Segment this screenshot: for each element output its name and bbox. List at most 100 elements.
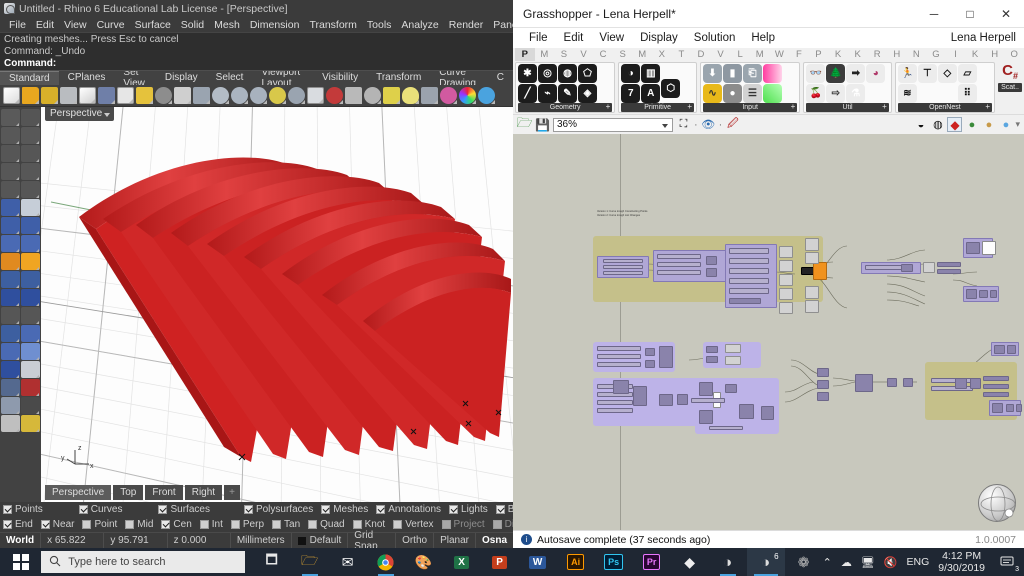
checkbox-icon[interactable] (125, 520, 134, 529)
checkbox-icon[interactable] (353, 520, 362, 529)
open-file-icon[interactable] (22, 87, 39, 104)
gh-component[interactable] (817, 380, 829, 389)
ortho-toggle[interactable]: Ortho (396, 533, 434, 549)
gh-component[interactable] (903, 378, 913, 387)
sphere-icon[interactable] (21, 217, 40, 234)
gh-component[interactable] (923, 262, 935, 273)
gh-param[interactable] (597, 408, 633, 413)
text-icon[interactable]: A (641, 84, 660, 103)
taskbar-clock[interactable]: 4:12 PM 9/30/2019 (938, 550, 985, 574)
system-tray[interactable]: ⌃ ☁ 🖥 🔇 ENG 4:12 PM 9/30/2019 3 (823, 548, 1024, 576)
line-icon[interactable]: ╱ (518, 84, 537, 103)
canvas-navigation-ball[interactable] (978, 484, 1016, 522)
filter-annotations[interactable]: Annotations (376, 504, 446, 515)
grid-snap-toggle[interactable]: Grid Snap (348, 533, 396, 549)
sphere-icon[interactable]: ◕ (866, 64, 885, 83)
gh-component[interactable] (1006, 404, 1014, 412)
gh-panel[interactable] (982, 241, 996, 255)
tan-sphere-icon[interactable]: ● (981, 117, 996, 132)
join-icon[interactable] (21, 253, 40, 270)
tray-chevron-icon[interactable]: ⌃ (823, 556, 832, 569)
gh-component[interactable] (706, 268, 717, 277)
category-tab-14[interactable]: F (789, 48, 809, 61)
gh-component[interactable] (966, 289, 977, 299)
boolean-union-icon[interactable] (1, 289, 20, 306)
gh-component[interactable] (725, 344, 741, 353)
check-icon[interactable] (21, 397, 40, 414)
zoom-level-select[interactable]: 36% (553, 118, 673, 132)
gh-component[interactable] (992, 403, 1003, 413)
rhino-left-toolbar[interactable] (0, 107, 41, 502)
gh-param[interactable] (597, 400, 633, 405)
osnap-quad[interactable]: Quad (308, 519, 349, 530)
toolbar-tab-set-view[interactable]: Set View (114, 70, 155, 85)
viewport-tab-perspective[interactable]: Perspective (45, 485, 111, 500)
gh-component[interactable] (699, 410, 713, 424)
filter-blocks[interactable]: Blocks (496, 504, 513, 515)
gh-component[interactable] (725, 356, 741, 365)
osnap-end[interactable]: End (3, 519, 38, 530)
gh-param[interactable] (983, 376, 1009, 381)
zoom-selected-icon[interactable] (250, 87, 267, 104)
text-tool-icon[interactable] (1, 325, 20, 342)
gh-menu-view[interactable]: View (591, 32, 632, 44)
gh-component[interactable] (901, 264, 913, 272)
zoom-window-icon[interactable] (212, 87, 229, 104)
network-icon[interactable]: 🖥 (861, 556, 875, 569)
polyline-icon[interactable] (1, 127, 20, 144)
onedrive-icon[interactable]: ☁ (841, 556, 852, 569)
gh-component[interactable] (994, 345, 1005, 354)
gh-param[interactable] (937, 269, 961, 274)
rhino6-icon[interactable]: ◑6 (747, 548, 785, 576)
curve-offset-icon[interactable] (21, 307, 40, 324)
toolbar-tab-visibility[interactable]: Visibility (313, 71, 367, 85)
box-icon[interactable]: ⬡ (661, 79, 680, 98)
checkbox-icon[interactable] (41, 520, 50, 529)
surface-sweep-icon[interactable] (21, 199, 40, 216)
gh-param[interactable] (603, 259, 643, 263)
planar-toggle[interactable]: Planar (434, 533, 476, 549)
ribbon-scatter-item[interactable]: C# Scat.. (998, 62, 1022, 92)
flask-icon[interactable]: ⚗ (846, 84, 865, 103)
gh-menu-solution[interactable]: Solution (686, 32, 744, 44)
open-folder-icon[interactable]: 🗁 (517, 117, 532, 132)
integer-icon[interactable]: ▥ (641, 64, 660, 83)
mirror-icon[interactable] (21, 343, 40, 360)
powerpoint-icon[interactable]: P (481, 548, 519, 576)
canvas-toolbar[interactable]: 🗁 💾 36% ⛶ · 👁 · 🖉 ◒ ◍ ◆ ● ● ● ▾ (513, 114, 1024, 134)
windows-taskbar[interactable]: Type here to search 🗖 🗁 ✉ 🎨 X P W Ai Ps … (0, 548, 1024, 576)
panel-expand-icon[interactable]: + (882, 102, 887, 111)
gh-component[interactable] (817, 392, 829, 401)
gh-component[interactable] (645, 348, 655, 356)
gh-component-orange[interactable] (813, 262, 827, 280)
zoom-dynamic-icon[interactable] (269, 87, 286, 104)
osnap-point[interactable]: Point (82, 519, 122, 530)
wave-icon[interactable]: ≋ (898, 84, 917, 103)
undo-icon[interactable] (155, 87, 172, 104)
category-tab-1[interactable]: M (535, 48, 555, 61)
gh-component[interactable] (779, 302, 793, 314)
category-tab-3[interactable]: V (574, 48, 594, 61)
grasshopper-canvas[interactable]: Version 1: Curve trough Constructing Poi… (513, 134, 1024, 530)
new-file-icon[interactable] (3, 87, 20, 104)
gh-param[interactable] (937, 262, 961, 267)
search-input[interactable]: Type here to search (41, 551, 244, 573)
viewport-tab-bar[interactable]: Perspective Top Front Right + (45, 485, 240, 500)
category-tab-8[interactable]: T (672, 48, 692, 61)
preview-red-icon[interactable]: ◆ (947, 117, 962, 132)
category-tab-15[interactable]: P (809, 48, 829, 61)
graph-icon[interactable]: ∿ (703, 84, 722, 103)
category-tab-5[interactable]: S (613, 48, 633, 61)
circle-center-icon[interactable] (1, 181, 20, 198)
grasshopper-menu-bar[interactable]: File Edit View Display Solution Help Len… (513, 28, 1024, 48)
tshape-icon[interactable]: ⊤ (918, 64, 937, 83)
chrome-icon[interactable] (367, 548, 405, 576)
grasshopper-icon[interactable]: ❁ (785, 548, 823, 576)
boolean-diff-icon[interactable] (21, 289, 40, 306)
curve-points-icon[interactable] (21, 127, 40, 144)
close-button[interactable]: ✕ (988, 0, 1024, 28)
gh-component[interactable] (659, 346, 673, 368)
toolbar-tab-curve-drawing[interactable]: Curve Drawing (430, 70, 487, 85)
rhino-menu-curve[interactable]: Curve (92, 19, 130, 31)
gh-component[interactable] (725, 384, 737, 393)
